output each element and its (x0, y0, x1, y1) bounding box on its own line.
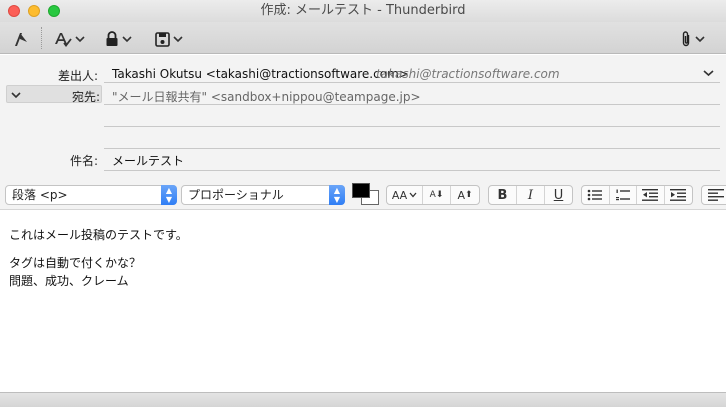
alignment-group (701, 185, 726, 205)
bullet-list-button[interactable] (582, 186, 610, 204)
divider (104, 104, 720, 105)
toolbar-separator (41, 27, 42, 49)
from-identity: takashi@tractionsoftware.com (376, 67, 560, 81)
message-body[interactable]: これはメール投稿のテストです。 タグは自動で付くかな？ 問題、成功、クレーム (9, 226, 188, 290)
attach-button[interactable] (680, 29, 705, 49)
minimize-window-button[interactable] (28, 5, 40, 17)
paragraph-format-value: 段落 <p> (12, 188, 68, 202)
outdent-button[interactable] (637, 186, 665, 204)
bold-button[interactable]: B (489, 186, 517, 204)
paperclip-icon (682, 31, 690, 47)
select-stepper-icon: ▲ ▼ (329, 185, 345, 205)
arrow-up-icon: ⬆ (464, 190, 473, 200)
chevron-down-icon (75, 36, 85, 43)
indent-icon (670, 189, 687, 201)
align-button[interactable] (702, 186, 726, 204)
text-style-group: B I U (488, 185, 573, 205)
window-titlebar: 作成: メールテスト - Thunderbird (0, 0, 726, 22)
chevron-down-icon (695, 36, 705, 43)
font-size-button[interactable]: AA (387, 186, 423, 204)
save-button[interactable] (155, 29, 183, 49)
italic-button[interactable]: I (517, 186, 545, 204)
chevron-down-icon[interactable] (703, 69, 714, 77)
font-size-group: AA A ⬇ A ⬆ (386, 185, 480, 205)
outdent-icon (642, 189, 659, 201)
divider (104, 82, 720, 83)
compose-toolbar (0, 22, 726, 54)
text-color-button[interactable] (352, 183, 370, 198)
select-stepper-icon: ▲ ▼ (161, 185, 177, 205)
larger-text-button[interactable]: A ⬆ (451, 186, 479, 204)
underline-button[interactable]: U (545, 186, 572, 204)
body-line: タグは自動で付くかな？ (9, 256, 142, 270)
security-button[interactable] (105, 29, 132, 49)
spelling-icon (55, 33, 72, 47)
chevron-down-icon (173, 36, 183, 43)
lock-icon (106, 31, 118, 46)
from-select[interactable]: Takashi Okutsu <takashi@tractionsoftware… (112, 67, 409, 81)
bullet-list-icon (587, 189, 603, 201)
align-left-icon (708, 189, 724, 201)
body-line: 問題、成功、クレーム (9, 274, 129, 288)
subject-field[interactable]: メールテスト (112, 152, 184, 169)
empty-address-row[interactable] (104, 126, 720, 127)
font-size-label: AA (391, 188, 408, 202)
font-value: プロポーショナル (188, 188, 284, 202)
chevron-down-icon (11, 92, 21, 99)
divider (104, 148, 720, 149)
spelling-button[interactable] (54, 29, 85, 49)
close-window-button[interactable] (8, 5, 20, 17)
send-icon (15, 33, 27, 46)
to-address-field[interactable]: "メール日報共有" <sandbox+nippou@teampage.jp> (112, 88, 421, 105)
smaller-text-button[interactable]: A ⬇ (423, 186, 451, 204)
numbered-list-button[interactable] (610, 186, 637, 204)
divider (104, 170, 720, 171)
from-label: 差出人: (57, 69, 98, 83)
paragraph-format-select[interactable]: 段落 <p> ▲ ▼ (5, 185, 177, 205)
send-button[interactable] (14, 29, 28, 49)
save-icon (155, 31, 170, 47)
zoom-window-button[interactable] (48, 5, 60, 17)
address-type-label: 宛先: (72, 90, 101, 104)
list-indent-group (581, 185, 693, 205)
font-select[interactable]: プロポーショナル ▲ ▼ (181, 185, 345, 205)
arrow-down-icon: ⬇ (435, 190, 444, 200)
status-bar (0, 392, 726, 407)
subject-label: 件名: (69, 154, 98, 168)
chevron-down-icon (122, 36, 132, 43)
indent-button[interactable] (665, 186, 692, 204)
message-header: 差出人: Takashi Okutsu <takashi@tractionsof… (0, 55, 726, 180)
window-title: 作成: メールテスト - Thunderbird (260, 3, 466, 18)
numbered-list-icon (615, 189, 630, 201)
chevron-down-icon (409, 192, 417, 198)
body-line: これはメール投稿のテストです。 (9, 228, 188, 242)
larger-text-label: A (457, 188, 465, 202)
